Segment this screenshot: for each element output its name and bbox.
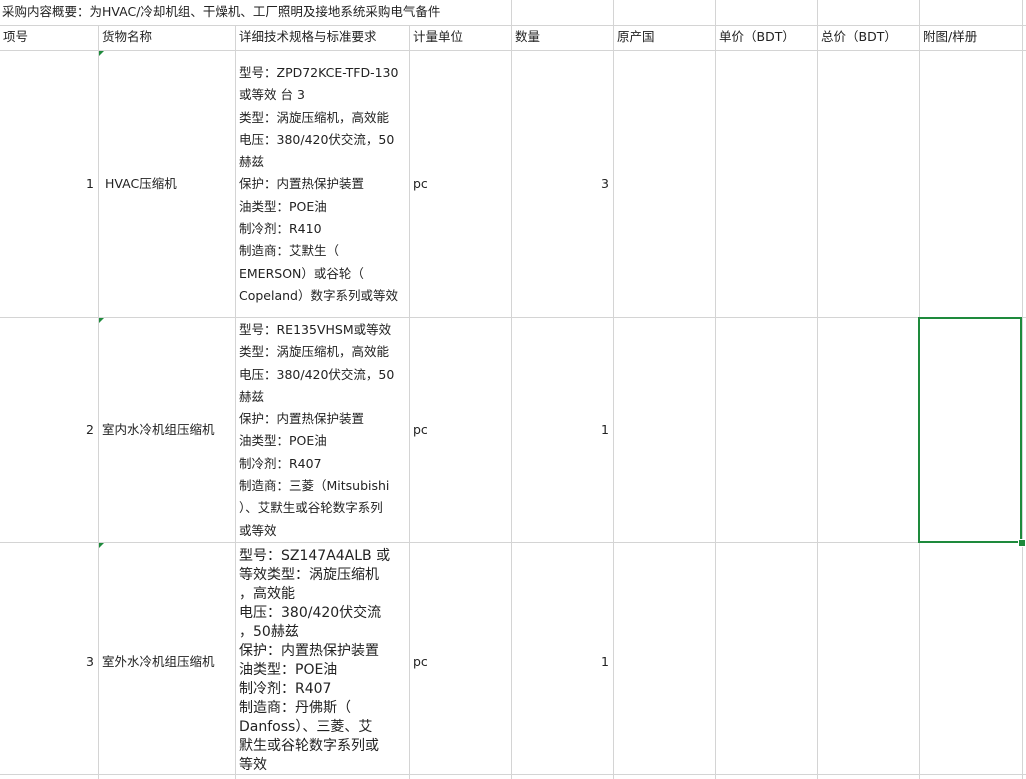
spec-line: 类型：涡旋压缩机，高效能 <box>239 109 390 125</box>
spec-line: 制冷剂：R407 <box>239 455 322 471</box>
spec-line: 制造商：丹佛斯（ <box>239 700 351 716</box>
spec-line: 油类型：POE油 <box>239 433 327 449</box>
spec-line: EMERSON）或谷轮（ <box>239 265 364 281</box>
spec-line: 类型：涡旋压缩机，高效能 <box>239 344 390 360</box>
header-total-price[interactable]: 总价（BDT） <box>818 26 919 50</box>
spec-line: Copeland）数字系列或等效 <box>239 287 398 303</box>
cell-unit[interactable]: pc <box>410 51 511 317</box>
spec-line: 电压：380/420伏交流，50 <box>239 366 395 382</box>
spec-line: 电压：380/420伏交流 <box>239 605 382 621</box>
spec-line: 默生或谷轮数字系列或 <box>239 738 379 754</box>
procurement-title-cell[interactable]: 采购内容概要：为HVAC/冷却机组、干燥机、工厂照明及接地系统采购电气备件 <box>0 0 1026 26</box>
spec-line: 制造商：艾默生（ <box>239 243 340 259</box>
spec-line: 赫兹 <box>239 154 265 170</box>
header-spec[interactable]: 详细技术规格与标准要求 <box>236 26 409 50</box>
spec-line: 保护：内置热保护装置 <box>239 176 365 192</box>
cell-origin[interactable] <box>614 51 715 317</box>
cell-item-no[interactable]: 3 <box>0 543 98 774</box>
cell-goods-name[interactable]: 室内水冷机组压缩机 <box>99 318 235 542</box>
cell-attachment[interactable] <box>920 51 1022 317</box>
spec-line: 或等效 台 3 <box>239 87 305 103</box>
header-unit-price[interactable]: 单价（BDT） <box>716 26 817 50</box>
spec-line: 赫兹 <box>239 388 265 404</box>
cell-item-no[interactable]: 1 <box>0 51 98 317</box>
spec-line: 型号：ZPD72KCE-TFD-130 <box>239 65 399 80</box>
spec-line: 制冷剂：R410 <box>239 221 322 237</box>
fill-handle[interactable] <box>1018 539 1026 547</box>
header-item-no[interactable]: 项号 <box>0 26 98 50</box>
cell-total-price[interactable] <box>818 51 919 317</box>
cell-spec[interactable]: 型号：RE135VHSM或等效 类型：涡旋压缩机，高效能 电压：380/420伏… <box>236 319 409 542</box>
spec-line: 油类型：POE油 <box>239 662 338 678</box>
cell-goods-name[interactable]: 室外水冷机组压缩机 <box>99 543 235 774</box>
spec-line: 油类型：POE油 <box>239 198 327 214</box>
spec-line: 保护：内置热保护装置 <box>239 411 365 427</box>
header-quantity[interactable]: 数量 <box>512 26 613 50</box>
cell-goods-name[interactable]: HVAC压缩机 <box>102 51 235 317</box>
spec-line: 型号：RE135VHSM或等效 <box>239 322 392 337</box>
spec-line: 等效类型：涡旋压缩机 <box>239 567 379 583</box>
cell-quantity[interactable]: 1 <box>512 318 613 542</box>
header-unit[interactable]: 计量单位 <box>410 26 511 50</box>
spec-line: 或等效 <box>239 522 277 538</box>
spec-line: 保护：内置热保护装置 <box>239 643 379 659</box>
spec-line: ）、艾默生或谷轮数字系列 <box>239 500 383 516</box>
spec-line: 制冷剂：R407 <box>239 681 332 697</box>
spec-line: 制造商：三菱（Mitsubishi <box>239 478 390 494</box>
spreadsheet-grid: 采购内容概要：为HVAC/冷却机组、干燥机、工厂照明及接地系统采购电气备件 项号… <box>0 0 1026 779</box>
spec-line: Danfoss）、三菱、艾 <box>239 719 373 735</box>
spec-line: 型号：SZ147A4ALB 或 <box>239 548 391 564</box>
spec-line: ，50赫兹 <box>239 624 299 640</box>
cell-spec[interactable]: 型号：ZPD72KCE-TFD-130 或等效 台 3 类型：涡旋压缩机，高效能… <box>236 62 409 312</box>
cell-item-no[interactable]: 2 <box>0 318 98 542</box>
selected-cell-attachment[interactable] <box>918 317 1022 543</box>
cell-quantity[interactable]: 1 <box>512 543 613 774</box>
spec-line: 等效 <box>239 757 267 773</box>
cell-spec[interactable]: 型号：SZ147A4ALB 或 等效类型：涡旋压缩机 ，高效能 电压：380/4… <box>236 547 409 774</box>
spec-line: ，高效能 <box>239 586 295 602</box>
header-goods-name[interactable]: 货物名称 <box>99 26 235 50</box>
cell-unit[interactable]: pc <box>410 543 511 774</box>
col-line <box>1022 0 1023 779</box>
header-origin[interactable]: 原产国 <box>614 26 715 50</box>
cell-unit-price[interactable] <box>716 51 817 317</box>
header-attachment[interactable]: 附图/样册 <box>920 26 1022 50</box>
spec-line: 电压：380/420伏交流，50 <box>239 131 395 147</box>
row-line <box>0 774 1026 775</box>
cell-quantity[interactable]: 3 <box>512 51 613 317</box>
cell-unit[interactable]: pc <box>410 318 511 542</box>
